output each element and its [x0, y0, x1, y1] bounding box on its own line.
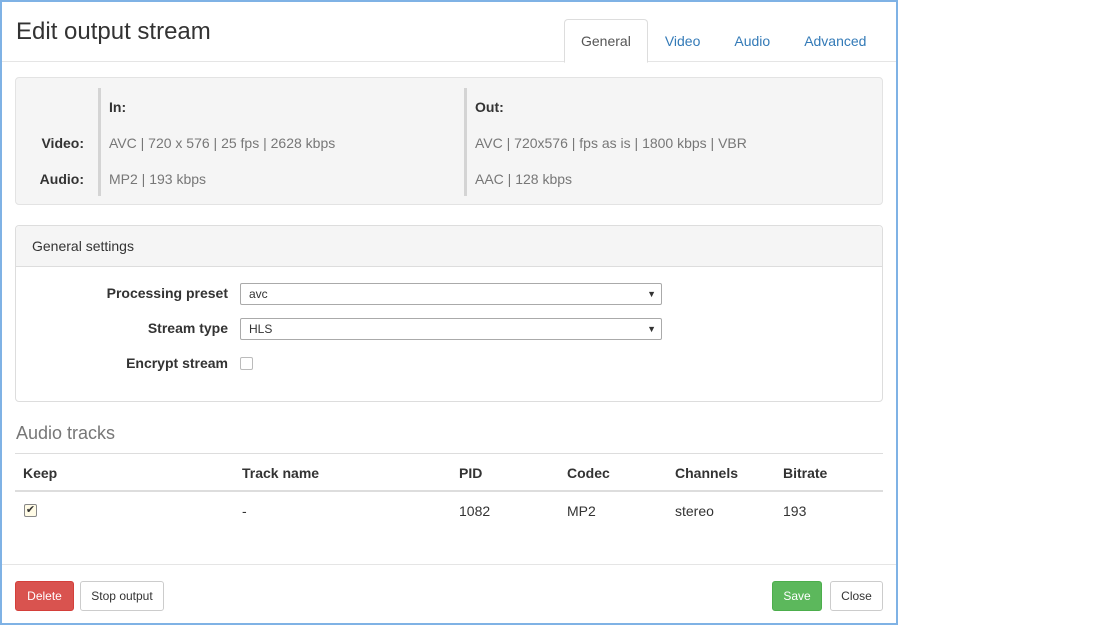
- in-audio-value: MP2 | 193 kbps: [109, 171, 207, 187]
- column-header-track-name: Track name: [242, 465, 320, 481]
- column-header-pid: PID: [459, 465, 483, 481]
- out-heading: Out:: [475, 99, 504, 115]
- caret-down-icon: ▼: [647, 289, 656, 299]
- keep-checkbox[interactable]: ✔: [24, 504, 37, 517]
- column-header-codec: Codec: [567, 465, 610, 481]
- save-button[interactable]: Save: [772, 581, 822, 611]
- table-header: Keep Track name PID Codec Channels Bitra…: [15, 453, 883, 492]
- stream-summary: Video: Audio: In: AVC | 720 x 576 | 25 f…: [15, 77, 883, 205]
- audio-tracks-title: Audio tracks: [16, 423, 116, 443]
- general-settings-panel: General settings Processing preset avc ▼…: [15, 225, 883, 402]
- tab-video[interactable]: Video: [648, 19, 718, 62]
- tab-bar: General Video Audio Advanced: [564, 19, 883, 63]
- caret-down-icon: ▼: [647, 324, 656, 334]
- in-video-value: AVC | 720 x 576 | 25 fps | 2628 kbps: [109, 135, 336, 151]
- stream-type-value: HLS: [249, 322, 273, 336]
- table-row: ✔ - 1082 MP2 stereo 193: [15, 492, 883, 530]
- video-row-label: Video:: [41, 135, 84, 151]
- general-settings-heading: General settings: [16, 226, 882, 267]
- encrypt-stream-checkbox[interactable]: [240, 357, 253, 370]
- in-divider: [98, 88, 101, 196]
- processing-preset-label: Processing preset: [106, 285, 228, 301]
- channels-cell: stereo: [675, 503, 714, 519]
- checkmark-icon: ✔: [25, 504, 36, 516]
- audio-row-label: Audio:: [39, 171, 84, 187]
- tab-audio[interactable]: Audio: [717, 19, 787, 62]
- out-audio-value: AAC | 128 kbps: [475, 171, 573, 187]
- tab-advanced[interactable]: Advanced: [787, 19, 883, 62]
- modal-title: Edit output stream: [16, 18, 211, 45]
- edit-output-stream-modal: Edit output stream General Video Audio A…: [0, 0, 898, 625]
- bitrate-cell: 193: [783, 503, 807, 519]
- codec-cell: MP2: [567, 503, 596, 519]
- column-header-bitrate: Bitrate: [783, 465, 828, 481]
- audio-tracks-table: Keep Track name PID Codec Channels Bitra…: [15, 453, 883, 530]
- column-header-channels: Channels: [675, 465, 739, 481]
- pid-cell: 1082: [459, 503, 491, 519]
- tab-general[interactable]: General: [564, 19, 648, 63]
- in-heading: In:: [109, 99, 127, 115]
- stop-output-button[interactable]: Stop output: [80, 581, 164, 611]
- stream-type-select[interactable]: HLS ▼: [240, 318, 662, 340]
- out-divider: [464, 88, 467, 196]
- encrypt-stream-label: Encrypt stream: [126, 355, 228, 371]
- column-header-keep: Keep: [23, 465, 58, 481]
- out-video-value: AVC | 720x576 | fps as is | 1800 kbps | …: [475, 135, 747, 151]
- modal-header: Edit output stream General Video Audio A…: [2, 2, 896, 63]
- track-name-cell: -: [242, 503, 247, 519]
- processing-preset-select[interactable]: avc ▼: [240, 283, 662, 305]
- processing-preset-value: avc: [249, 287, 268, 301]
- modal-footer: Delete Stop output Save Close: [2, 564, 896, 623]
- close-button[interactable]: Close: [830, 581, 883, 611]
- stream-type-label: Stream type: [147, 320, 228, 336]
- delete-button[interactable]: Delete: [15, 581, 74, 611]
